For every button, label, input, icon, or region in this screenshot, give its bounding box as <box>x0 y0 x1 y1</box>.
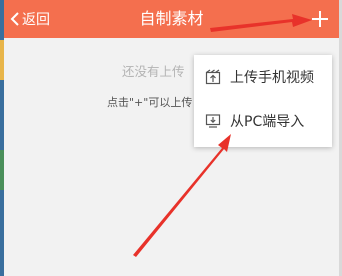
upload-video-icon <box>204 68 222 86</box>
menu-item-import-from-pc[interactable]: 从PC端导入 <box>194 101 332 141</box>
pc-monitor-icon <box>204 112 222 130</box>
empty-state-hint: 点击"+"可以上传 <box>107 96 193 109</box>
menu-item-label: 上传手机视频 <box>230 70 314 86</box>
add-dropdown-menu: 上传手机视频 从PC端导入 <box>194 55 332 147</box>
menu-item-upload-phone-video[interactable]: 上传手机视频 <box>194 57 332 97</box>
top-bar: 返回 自制素材 <box>4 0 339 38</box>
add-button[interactable] <box>309 8 331 30</box>
plus-icon <box>312 11 328 27</box>
empty-state-title: 还没有上传 <box>122 64 185 79</box>
page-title: 自制素材 <box>139 9 204 28</box>
menu-item-label: 从PC端导入 <box>230 114 305 130</box>
